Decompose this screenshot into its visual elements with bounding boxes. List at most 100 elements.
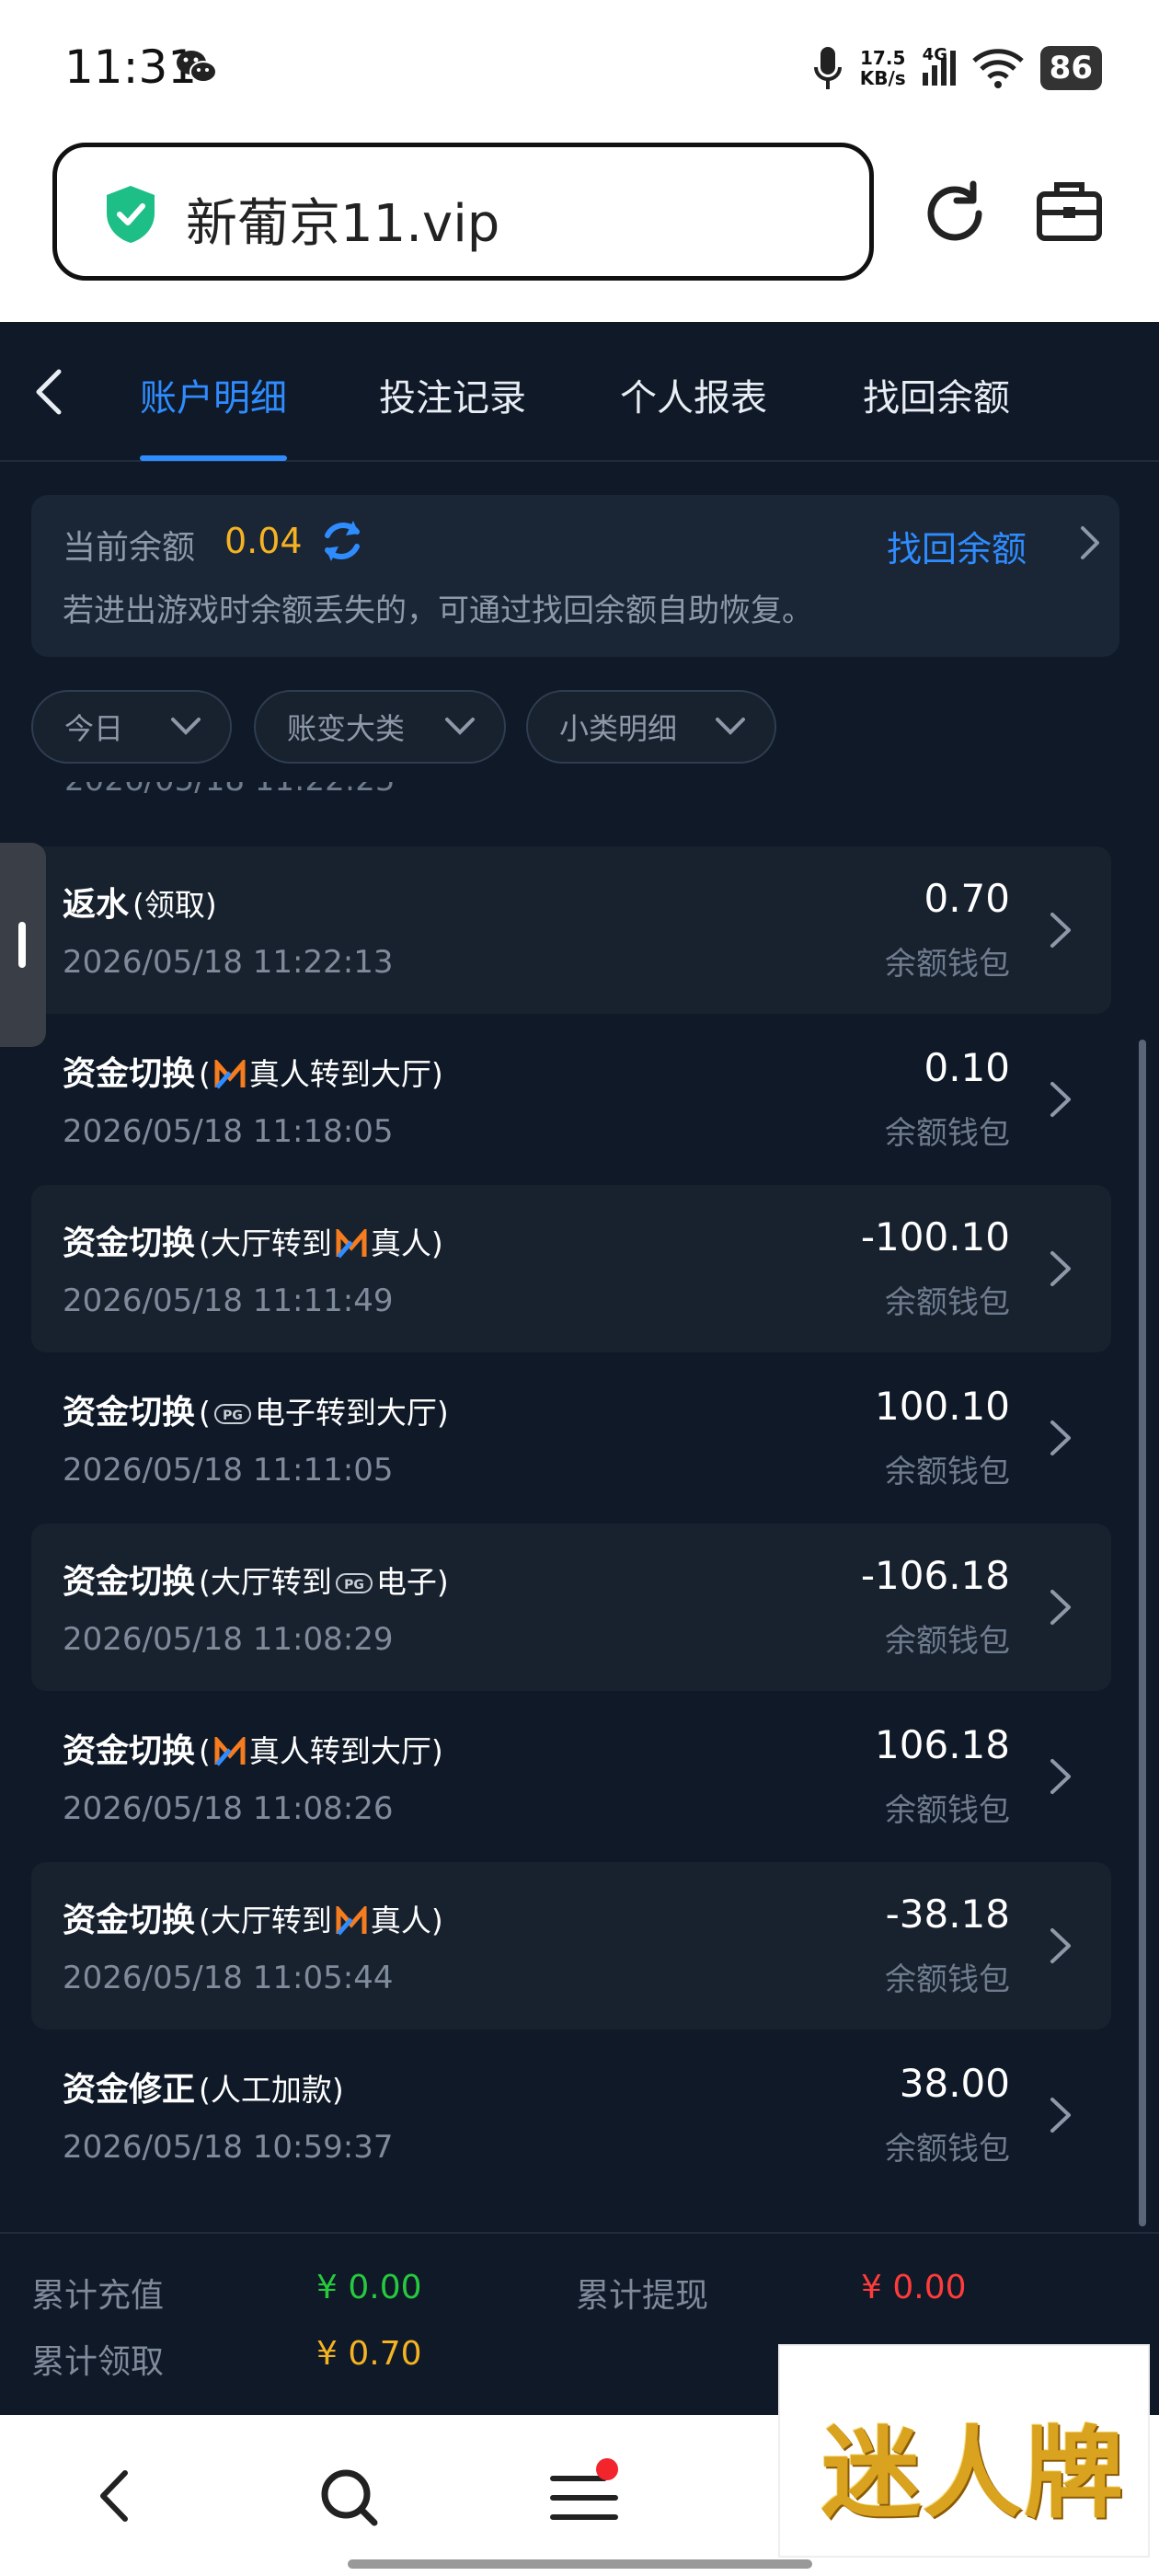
row-title: 资金修正 (人工加款) — [63, 2071, 344, 2109]
active-tab-indicator — [140, 455, 287, 461]
live-casino-logo-icon — [214, 1737, 246, 1766]
watermark-logo: 迷人牌 — [778, 2344, 1150, 2558]
chevron-right-icon — [1050, 1759, 1071, 1794]
row-date: 2026/05/18 11:22:13 — [63, 944, 394, 981]
filter-subcategory[interactable]: 小类明细 — [526, 690, 776, 764]
row-title: 资金切换 (大厅转到 真人) — [63, 1225, 443, 1262]
row-wallet: 余额钱包 — [885, 1115, 1010, 1152]
wechat-icon — [177, 51, 217, 83]
row-date: 2026/05/18 11:08:26 — [63, 1790, 394, 1827]
row-wallet: 余额钱包 — [885, 1284, 1010, 1321]
total-withdraw-label: 累计提现 — [576, 2277, 709, 2315]
balance-label: 当前余额 — [63, 529, 196, 567]
total-claim-value: ¥ 0.70 — [316, 2335, 422, 2373]
reload-icon[interactable] — [918, 177, 992, 250]
chevron-down-icon — [445, 718, 475, 735]
row-title: 资金切换 (大厅转到 真人) — [63, 1902, 443, 1939]
chevron-down-icon — [171, 718, 201, 735]
row-amount: -100.10 — [860, 1214, 1010, 1259]
row-wallet: 余额钱包 — [885, 946, 1010, 983]
row-amount: 100.10 — [875, 1384, 1010, 1429]
chevron-right-icon — [1050, 1590, 1071, 1625]
refresh-icon[interactable] — [316, 515, 368, 567]
tab-bet-records[interactable]: 投注记录 — [379, 368, 526, 421]
network-speed: 17.5 KB/s — [859, 47, 906, 89]
search-icon[interactable] — [317, 2466, 382, 2530]
transaction-row[interactable]: 资金切换 (大厅转到 真人) 2026/05/18 11:11:49 -100.10… — [31, 1185, 1111, 1352]
filter-category[interactable]: 账变大类 — [254, 690, 506, 764]
battery-indicator: 86 — [1039, 46, 1102, 90]
back-icon[interactable] — [92, 2466, 138, 2526]
url-text: 新葡京11.vip — [186, 194, 500, 254]
row-wallet: 余额钱包 — [885, 1454, 1010, 1490]
chevron-right-icon — [1050, 1251, 1071, 1286]
row-amount: 0.70 — [924, 876, 1010, 921]
status-bar: 11:31 17.5 KB/s 4G 86 — [0, 0, 1159, 138]
shield-check-icon — [107, 186, 155, 243]
chevron-right-icon — [1050, 1082, 1071, 1117]
wifi-icon — [971, 49, 1024, 88]
home-indicator[interactable] — [348, 2559, 812, 2569]
row-title: 资金切换(真人转到大厅) — [63, 1055, 443, 1093]
transaction-row[interactable]: 返水 (领取) 2026/05/18 11:22:13 0.70 余额钱包 — [31, 846, 1111, 1014]
pg-logo-icon: PG — [335, 1573, 373, 1593]
balance-value: 0.04 — [224, 521, 303, 561]
row-date: 2026/05/18 11:11:49 — [63, 1282, 394, 1319]
cell-signal-icon: 4G — [922, 45, 956, 86]
row-date: 2026/05/18 11:05:44 — [63, 1960, 394, 1996]
transaction-row[interactable]: 资金切换(真人转到大厅) 2026/05/18 11:08:26 106.18 … — [31, 1693, 1111, 1860]
row-wallet: 余额钱包 — [885, 2131, 1010, 2168]
total-withdraw-value: ¥ 0.00 — [861, 2269, 967, 2306]
row-date: 2026/05/18 11:08:29 — [63, 1621, 394, 1658]
row-amount: -38.18 — [885, 1892, 1010, 1937]
chevron-right-icon — [1050, 1420, 1071, 1455]
status-icons: 17.5 KB/s 4G 86 — [812, 40, 1102, 96]
app-content: 账户明细 投注记录 个人报表 找回余额 当前余额 0.04 找回余额 若进出游戏… — [0, 322, 1159, 2416]
svg-text:PG: PG — [223, 1409, 243, 1423]
tab-bar: 账户明细 投注记录 个人报表 找回余额 — [0, 322, 1159, 462]
chevron-right-icon — [1050, 1928, 1071, 1963]
total-deposit-label: 累计充值 — [31, 2277, 165, 2315]
live-casino-logo-icon — [336, 1906, 367, 1936]
toolbox-icon[interactable] — [1035, 179, 1104, 244]
url-bar[interactable]: 新葡京11.vip — [52, 143, 874, 281]
pg-logo-icon: PG — [213, 1404, 251, 1424]
total-deposit-value: ¥ 0.00 — [316, 2269, 422, 2306]
tab-recover-balance[interactable]: 找回余额 — [863, 368, 1010, 421]
filter-date[interactable]: 今日 — [31, 690, 232, 764]
balance-hint: 若进出游戏时余额丢失的，可通过找回余额自助恢复。 — [63, 592, 813, 629]
row-date: 2026/05/18 10:59:37 — [63, 2129, 394, 2166]
recover-balance-link[interactable]: 找回余额 — [887, 521, 1027, 571]
row-wallet: 余额钱包 — [885, 1961, 1010, 1998]
transaction-row[interactable]: 资金切换(PG 电子转到大厅) 2026/05/18 11:11:05 100.1… — [31, 1354, 1111, 1522]
chevron-right-icon[interactable] — [1075, 523, 1103, 563]
transaction-row[interactable]: 资金切换 (大厅转到 PG 电子) 2026/05/18 11:08:29 -106.… — [31, 1524, 1111, 1691]
tab-account-detail[interactable]: 账户明细 — [140, 368, 287, 421]
row-date: 2026/05/18 11:11:05 — [63, 1452, 394, 1489]
row-title: 返水 (领取) — [63, 886, 217, 924]
transaction-row[interactable]: 资金切换(真人转到大厅) 2026/05/18 11:18:05 0.10 余额… — [31, 1016, 1111, 1183]
chevron-right-icon — [1050, 2098, 1071, 2133]
microphone-icon — [813, 47, 842, 89]
row-title: 资金切换 (大厅转到 PG 电子) — [63, 1563, 449, 1601]
chevron-down-icon — [716, 718, 745, 735]
tab-personal-report[interactable]: 个人报表 — [620, 368, 767, 421]
svg-text:PG: PG — [344, 1578, 364, 1593]
side-drawer-handle[interactable] — [0, 843, 46, 1047]
notification-dot — [596, 2458, 618, 2480]
chevron-right-icon — [1050, 913, 1071, 948]
row-wallet: 余额钱包 — [885, 1623, 1010, 1660]
row-amount: -106.18 — [860, 1553, 1010, 1598]
row-date: 2026/05/18 11:18:05 — [63, 1113, 394, 1150]
transaction-row[interactable]: 资金修正 (人工加款) 2026/05/18 10:59:37 38.00 余额钱… — [31, 2031, 1111, 2199]
total-claim-label: 累计领取 — [31, 2343, 165, 2381]
scrollbar[interactable] — [1139, 1040, 1146, 2226]
live-casino-logo-icon — [336, 1229, 367, 1259]
row-wallet: 余额钱包 — [885, 1792, 1010, 1829]
row-title: 资金切换(真人转到大厅) — [63, 1732, 443, 1770]
transaction-row[interactable]: 资金切换 (大厅转到 真人) 2026/05/18 11:05:44 -38.18 … — [31, 1862, 1111, 2030]
live-casino-logo-icon — [214, 1060, 246, 1089]
back-chevron-icon[interactable] — [28, 366, 74, 418]
partial-row-date: 2026/05/18 11:22:25 — [64, 782, 395, 799]
row-amount: 0.10 — [924, 1045, 1010, 1090]
